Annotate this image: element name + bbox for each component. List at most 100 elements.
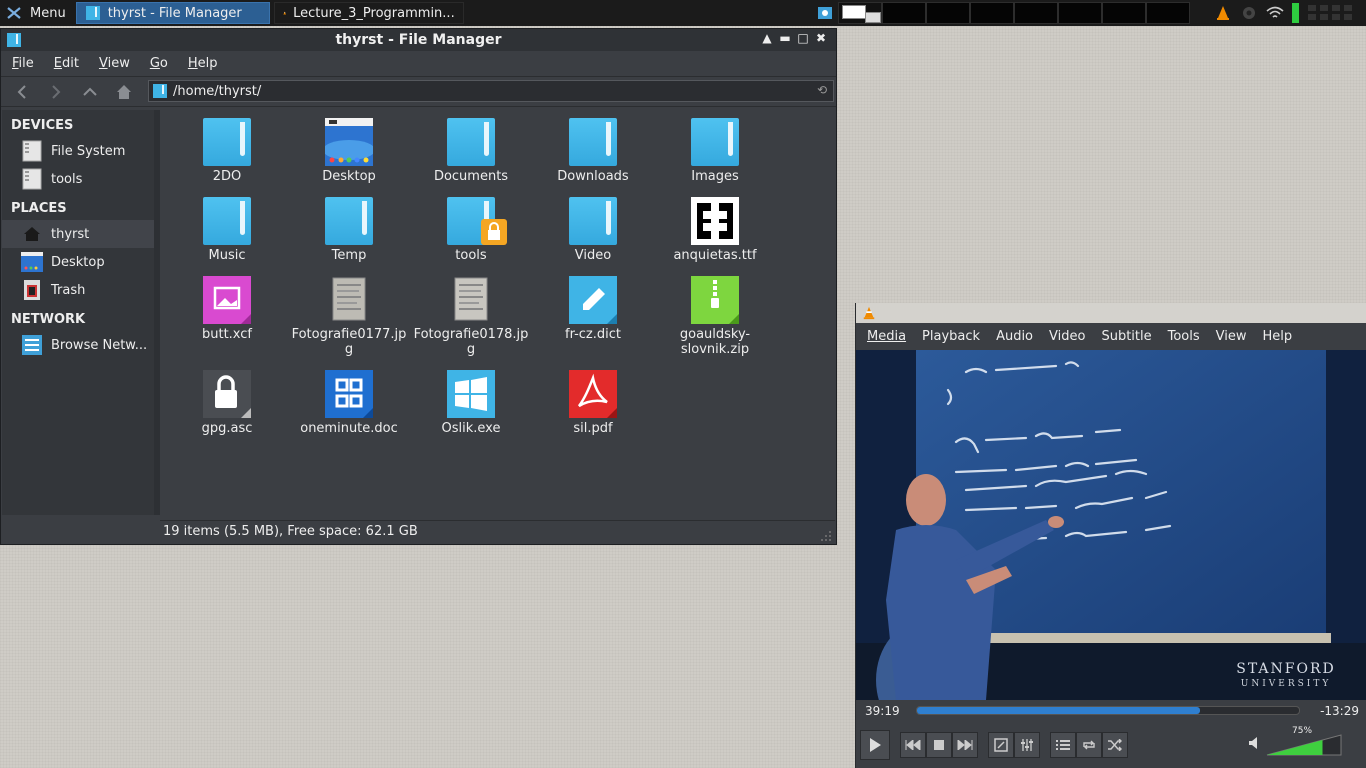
sidebar-item-trash[interactable]: Trash xyxy=(2,276,154,304)
up-button[interactable] xyxy=(73,78,107,106)
volume-slider[interactable]: 75% xyxy=(1266,726,1342,756)
vlc-menu-help[interactable]: Help xyxy=(1252,329,1298,344)
file-manager-icon xyxy=(85,6,100,20)
sidebar-item-file-system[interactable]: File System xyxy=(2,137,154,165)
extended-settings-button[interactable] xyxy=(1014,732,1040,758)
clock-icon[interactable] xyxy=(1304,2,1364,24)
video-frame[interactable]: STANFORD UNIVERSITY xyxy=(856,350,1366,700)
file-item[interactable]: Downloads xyxy=(532,110,654,184)
location-bar[interactable]: /home/thyrst/ ⟲ xyxy=(148,80,834,102)
settings-tray-icon[interactable] xyxy=(1238,2,1260,24)
file-item[interactable]: 2DO xyxy=(166,110,288,184)
folder-icon xyxy=(203,118,251,166)
vlc-tray-icon[interactable] xyxy=(1212,2,1234,24)
sidebar-item-browse-network[interactable]: Browse Netw... xyxy=(2,331,154,359)
file-item[interactable]: Fotografie0178.jp g xyxy=(410,268,532,357)
vlc-menu-tools[interactable]: Tools xyxy=(1157,329,1205,344)
file-item[interactable]: Music xyxy=(166,189,288,263)
back-button[interactable] xyxy=(5,78,39,106)
task-file-manager[interactable]: thyrst - File Manager xyxy=(75,2,270,24)
close-icon[interactable]: ✖ xyxy=(812,31,830,45)
sidebar-item-thyrst[interactable]: thyrst xyxy=(2,220,154,248)
play-button[interactable] xyxy=(860,730,890,760)
loop-icon xyxy=(1083,740,1095,750)
file-label: slovnik.zip xyxy=(680,342,750,357)
menu-button[interactable]: Menu xyxy=(0,0,76,26)
battery-icon[interactable] xyxy=(1290,2,1300,24)
vlc-menu-subtitle[interactable]: Subtitle xyxy=(1090,329,1156,344)
reload-icon[interactable]: ⟲ xyxy=(817,83,827,97)
minimize-icon[interactable]: ▬ xyxy=(776,31,794,45)
vlc-menu-playback[interactable]: Playback xyxy=(911,329,985,344)
vlc-titlebar[interactable] xyxy=(856,303,1366,323)
workspace-7[interactable] xyxy=(1102,2,1146,24)
drive-icon xyxy=(20,139,44,163)
fullscreen-icon xyxy=(994,738,1008,752)
vlc-menu-view[interactable]: View xyxy=(1205,329,1252,344)
maximize-icon[interactable]: □ xyxy=(794,31,812,45)
file-item[interactable]: tools xyxy=(410,189,532,263)
file-label: Downloads xyxy=(557,169,629,184)
vlc-menu-audio[interactable]: Audio xyxy=(985,329,1038,344)
speaker-icon[interactable] xyxy=(1248,736,1260,754)
sidebar-item-label: thyrst xyxy=(51,226,90,242)
menu-view[interactable]: View xyxy=(88,56,139,71)
resize-grip-icon[interactable] xyxy=(820,530,832,542)
sidebar-item-tools[interactable]: tools xyxy=(2,165,154,193)
shuffle-button[interactable] xyxy=(1102,732,1128,758)
font-file-icon xyxy=(691,197,739,245)
file-item[interactable]: Oslik.exe xyxy=(410,362,532,436)
playlist-button[interactable] xyxy=(1050,732,1076,758)
stop-button[interactable] xyxy=(926,732,952,758)
task-vlc[interactable]: Lecture_3_Programmin... xyxy=(273,2,464,24)
file-label: Desktop xyxy=(322,169,376,184)
workspace-2[interactable] xyxy=(882,2,926,24)
file-item[interactable]: Images xyxy=(654,110,776,184)
workspace-6[interactable] xyxy=(1058,2,1102,24)
workspace-4[interactable] xyxy=(970,2,1014,24)
sidebar-item-desktop[interactable]: Desktop xyxy=(2,248,154,276)
sidebar-divider[interactable] xyxy=(154,110,160,515)
file-item[interactable]: Fotografie0177.jp g xyxy=(288,268,410,357)
screenshot-icon[interactable] xyxy=(814,2,836,24)
seek-area: 39:19 -13:29 xyxy=(856,700,1366,722)
file-item[interactable]: butt.xcf xyxy=(166,268,288,342)
file-item[interactable]: Video xyxy=(532,189,654,263)
seek-bar[interactable] xyxy=(916,706,1300,715)
sidebar-header-network: NETWORK xyxy=(11,312,86,327)
file-item[interactable]: anquietas.ttf xyxy=(654,189,776,263)
file-item[interactable]: sil.pdf xyxy=(532,362,654,436)
wifi-icon[interactable] xyxy=(1264,2,1286,24)
file-item[interactable]: Temp xyxy=(288,189,410,263)
previous-button[interactable] xyxy=(900,732,926,758)
file-item[interactable]: goauldsky- slovnik.zip xyxy=(654,268,776,357)
loop-button[interactable] xyxy=(1076,732,1102,758)
workspace-1[interactable] xyxy=(838,2,882,24)
file-item[interactable]: oneminute.doc xyxy=(288,362,410,436)
menu-go[interactable]: Go xyxy=(139,56,177,71)
menu-file[interactable]: File xyxy=(1,56,43,71)
file-manager-titlebar[interactable]: thyrst - File Manager ▲ ▬ □ ✖ xyxy=(1,29,836,51)
home-button[interactable] xyxy=(107,78,141,106)
file-item[interactable]: gpg.asc xyxy=(166,362,288,436)
menu-edit[interactable]: Edit xyxy=(43,56,88,71)
sidebar-item-label: tools xyxy=(51,171,83,187)
workspace-5[interactable] xyxy=(1014,2,1058,24)
workspace-8[interactable] xyxy=(1146,2,1190,24)
next-button[interactable] xyxy=(952,732,978,758)
file-label: Oslik.exe xyxy=(441,421,501,436)
file-item[interactable]: fr-cz.dict xyxy=(532,268,654,342)
forward-button[interactable] xyxy=(39,78,73,106)
file-label: sil.pdf xyxy=(573,421,613,436)
vlc-menu-media[interactable]: Media xyxy=(856,329,911,344)
folder-icon xyxy=(691,118,739,166)
workspace-3[interactable] xyxy=(926,2,970,24)
fullscreen-button[interactable] xyxy=(988,732,1014,758)
vlc-menu-video[interactable]: Video xyxy=(1038,329,1090,344)
file-item[interactable]: Desktop xyxy=(288,110,410,184)
shade-up-icon[interactable]: ▲ xyxy=(758,31,776,45)
menu-help[interactable]: Help xyxy=(177,56,227,71)
arrow-up-icon xyxy=(83,87,97,96)
pdf-file-icon xyxy=(569,370,617,418)
file-item[interactable]: Documents xyxy=(410,110,532,184)
